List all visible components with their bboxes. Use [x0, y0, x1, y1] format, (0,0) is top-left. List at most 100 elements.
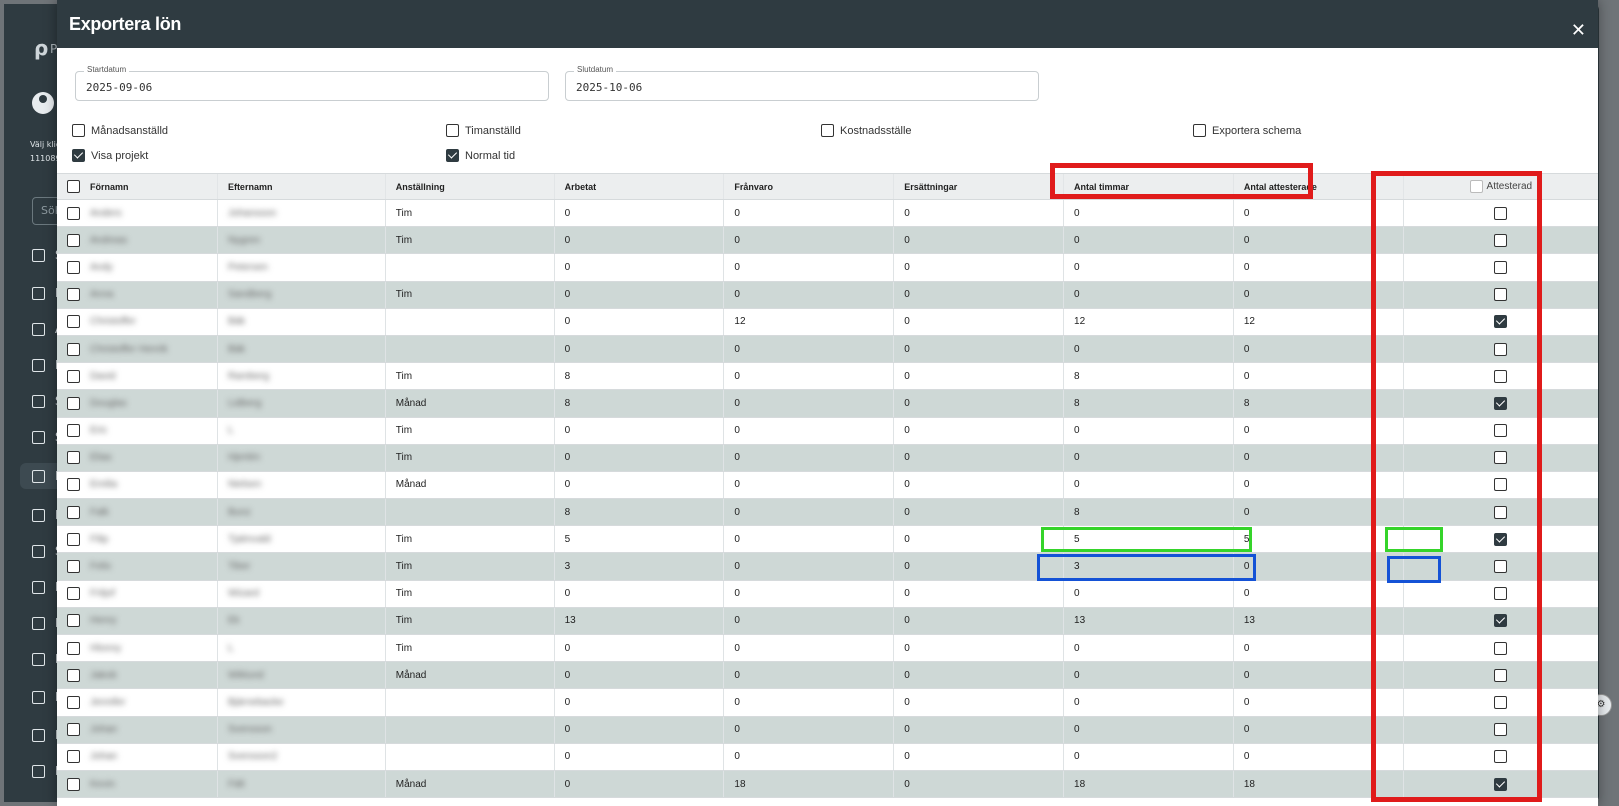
- attested-checkbox[interactable]: [1494, 233, 1508, 247]
- row-select-checkbox[interactable]: [67, 424, 80, 438]
- start-date-field[interactable]: Startdatum 2025-09-06: [75, 65, 549, 101]
- row-select-checkbox[interactable]: [67, 260, 80, 274]
- attested-checkbox[interactable]: [1494, 614, 1508, 628]
- table-row[interactable]: Kevin Fält Månad 0 18 0 18 18: [57, 770, 1598, 799]
- table-row[interactable]: Henry Ek Tim 13 0 0 13 13: [57, 607, 1598, 635]
- attested-checkbox[interactable]: [1494, 260, 1508, 274]
- col-header-compensation[interactable]: Ersättningar: [894, 174, 1065, 199]
- cell-firstname-text: Jennifer: [90, 696, 126, 708]
- attested-checkbox[interactable]: [1494, 342, 1508, 356]
- row-select-checkbox[interactable]: [67, 587, 80, 601]
- row-select-checkbox[interactable]: [67, 369, 80, 383]
- attested-checkbox[interactable]: [1494, 587, 1508, 601]
- normal-time-checkbox[interactable]: [446, 149, 459, 162]
- row-select-checkbox[interactable]: [67, 505, 80, 519]
- option-normal-time[interactable]: Normal tid: [446, 149, 515, 162]
- table-row[interactable]: Jennifer Bjärnebacke 0 0 0 0 0: [57, 689, 1598, 717]
- attested-checkbox[interactable]: [1494, 315, 1508, 329]
- export-schedule-checkbox[interactable]: [1193, 124, 1206, 137]
- hourly-checkbox[interactable]: [446, 124, 459, 137]
- cell-worked-text: 0: [564, 669, 571, 681]
- attested-checkbox[interactable]: [1494, 668, 1508, 682]
- row-select-checkbox[interactable]: [67, 695, 80, 709]
- row-select-checkbox[interactable]: [67, 478, 80, 492]
- attested-checkbox[interactable]: [1494, 424, 1508, 438]
- table-row[interactable]: Emilia Nielsen Månad 0 0 0 0 0: [57, 471, 1598, 500]
- row-select-checkbox[interactable]: [67, 233, 80, 247]
- attested-checkbox[interactable]: [1494, 288, 1508, 302]
- select-all-checkbox[interactable]: [67, 180, 80, 193]
- row-select-checkbox[interactable]: [67, 777, 80, 791]
- table-row[interactable]: Andreas Nygren Tim 0 0 0 0 0: [57, 227, 1598, 255]
- col-header-worked[interactable]: Arbetat: [555, 174, 725, 199]
- attested-checkbox[interactable]: [1494, 396, 1508, 410]
- option-cost-center[interactable]: Kostnadsställe: [821, 124, 912, 137]
- table-row[interactable]: Christoffer Bäk 0 12 0 12 12: [57, 308, 1598, 336]
- option-export-schedule[interactable]: Exportera schema: [1193, 124, 1301, 137]
- row-select-checkbox[interactable]: [67, 451, 80, 465]
- row-select-checkbox[interactable]: [67, 614, 80, 628]
- attested-checkbox[interactable]: [1494, 777, 1508, 791]
- table-row[interactable]: Anders Johansson Tim 0 0 0 0 0: [57, 200, 1598, 228]
- table-row[interactable]: Johan Svensson 0 0 0 0 0: [57, 716, 1598, 744]
- attested-checkbox[interactable]: [1494, 750, 1508, 764]
- col-header-lastname[interactable]: Efternamn: [218, 174, 386, 199]
- avatar[interactable]: [32, 92, 54, 114]
- col-header-absence[interactable]: Frånvaro: [724, 174, 895, 199]
- table-row[interactable]: Elias Hjertén Tim 0 0 0 0 0: [57, 444, 1598, 472]
- col-header-hours[interactable]: Antal timmar: [1064, 174, 1234, 199]
- attest-all-checkbox[interactable]: [1469, 180, 1483, 193]
- end-date-field[interactable]: Slutdatum 2025-10-06: [565, 65, 1039, 101]
- wrench-icon: [32, 394, 45, 408]
- cell-firstname-text: Christoffer Henrik: [90, 343, 168, 355]
- attested-checkbox[interactable]: [1494, 369, 1508, 383]
- attested-checkbox[interactable]: [1494, 206, 1508, 220]
- cell-attested-count: 0: [1234, 417, 1404, 444]
- monthly-checkbox[interactable]: [72, 124, 85, 137]
- table-row[interactable]: Falk Bunz 8 0 0 8 0: [57, 499, 1598, 527]
- cell-worked: 5: [555, 526, 725, 553]
- attested-checkbox[interactable]: [1494, 695, 1508, 709]
- option-monthly[interactable]: Månadsanställd: [72, 124, 168, 137]
- table-row[interactable]: Douglas Lidberg Månad 8 0 0 8 8: [57, 390, 1598, 418]
- table-row[interactable]: Anna Sandberg Tim 0 0 0 0 0: [57, 281, 1598, 309]
- table-row[interactable]: Hlonny L Tim 0 0 0 0 0: [57, 635, 1598, 663]
- row-select-checkbox[interactable]: [67, 206, 80, 220]
- row-select-checkbox[interactable]: [67, 668, 80, 682]
- table-row[interactable]: Fritjof Wizard Tim 0 0 0 0 0: [57, 580, 1598, 608]
- option-hourly[interactable]: Timanställd: [446, 124, 521, 137]
- attested-checkbox[interactable]: [1494, 560, 1508, 574]
- cost-center-checkbox[interactable]: [821, 124, 834, 137]
- row-select-checkbox[interactable]: [67, 315, 80, 329]
- col-header-attested[interactable]: Attesterad: [1404, 174, 1598, 199]
- attested-checkbox[interactable]: [1494, 478, 1508, 492]
- attested-checkbox[interactable]: [1494, 723, 1508, 737]
- row-select-checkbox[interactable]: [67, 641, 80, 655]
- col-header-employment[interactable]: Anställning: [386, 174, 555, 199]
- row-select-checkbox[interactable]: [67, 560, 80, 574]
- attested-checkbox[interactable]: [1494, 641, 1508, 655]
- show-projects-checkbox[interactable]: [72, 149, 85, 162]
- row-select-checkbox[interactable]: [67, 288, 80, 302]
- table-row[interactable]: Christoffer Henrik Bäk 0 0 0 0 0: [57, 335, 1598, 364]
- table-row[interactable]: Filip Tjalmvald Tim 5 0 0 5 5: [57, 526, 1598, 554]
- col-header-firstname[interactable]: Förnamn: [57, 174, 218, 199]
- table-row[interactable]: David Ramberg Tim 8 0 0 8 0: [57, 363, 1598, 391]
- table-row[interactable]: Felix Tiber Tim 3 0 0 3 0: [57, 553, 1598, 581]
- option-show-projects[interactable]: Visa projekt: [72, 149, 148, 162]
- cell-compensation: 0: [894, 444, 1065, 471]
- col-header-attested-count[interactable]: Antal attesterade: [1234, 174, 1404, 199]
- row-select-checkbox[interactable]: [67, 532, 80, 546]
- table-row[interactable]: Johan Svensson2 0 0 0 0 0: [57, 743, 1598, 771]
- attested-checkbox[interactable]: [1494, 451, 1508, 465]
- table-row[interactable]: Andy Petersen 0 0 0 0 0: [57, 254, 1598, 282]
- close-icon[interactable]: ✕: [1571, 22, 1586, 40]
- table-row[interactable]: Eric L Tim 0 0 0 0 0: [57, 417, 1598, 445]
- row-select-checkbox[interactable]: [67, 396, 80, 410]
- row-select-checkbox[interactable]: [67, 723, 80, 737]
- row-select-checkbox[interactable]: [67, 342, 80, 356]
- table-row[interactable]: Jakob Wiklund Månad 0 0 0 0 0: [57, 662, 1598, 690]
- attested-checkbox[interactable]: [1494, 532, 1508, 546]
- attested-checkbox[interactable]: [1494, 505, 1508, 519]
- row-select-checkbox[interactable]: [67, 750, 80, 764]
